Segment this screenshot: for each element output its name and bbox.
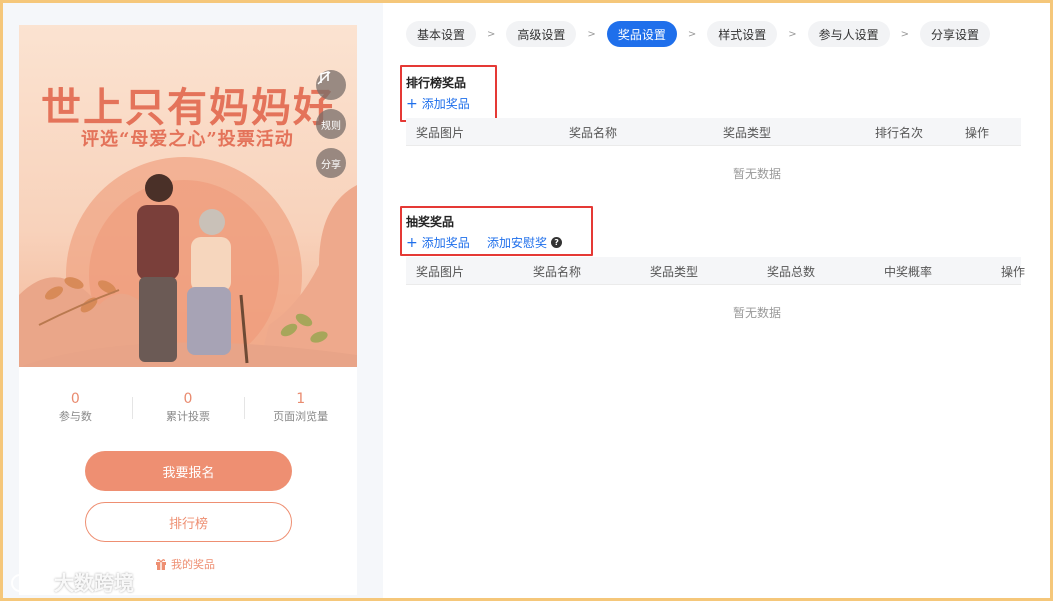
- column-header: 奖品图片: [416, 126, 465, 140]
- column-header: 操作: [1001, 265, 1026, 279]
- step-separator: >: [487, 28, 496, 40]
- column-header: 中奖概率: [884, 265, 933, 279]
- stat-participants: 0 参与数: [19, 391, 132, 427]
- stat-value: 0: [183, 391, 193, 407]
- share-button[interactable]: 分享: [316, 148, 346, 178]
- plus-icon: +: [406, 234, 418, 251]
- ranking-prizes-title: 排行榜奖品: [406, 76, 467, 90]
- help-icon[interactable]: ?: [551, 237, 563, 248]
- stat-label: 累计投票: [166, 410, 210, 423]
- column-header: 奖品类型: [723, 126, 772, 140]
- lottery-table-header: 奖品图片 奖品名称 奖品类型 奖品总数 中奖概率 操作: [406, 257, 1025, 285]
- music-button[interactable]: [316, 70, 346, 100]
- step-participant-settings[interactable]: 参与人设置: [807, 21, 890, 47]
- music-icon: [317, 70, 331, 85]
- step-separator: >: [587, 28, 596, 40]
- signup-button[interactable]: 我要报名: [85, 451, 292, 491]
- watermark-text: 大数跨境: [54, 571, 134, 595]
- settings-steps: 基本设置 > 高级设置 > 奖品设置 > 样式设置 > 参与人设置 > 分享设置: [406, 21, 991, 47]
- stats-bar: 0 参与数 0 累计投票 1 页面浏览量: [19, 391, 357, 427]
- column-header: 奖品名称: [533, 265, 582, 279]
- phone-preview: 世上只有妈妈好 评选“母爱之心”投票活动 规则 分享 0 参与数 0 累计投票 …: [19, 25, 357, 595]
- column-header: 奖品图片: [416, 265, 465, 279]
- my-prize-label: 我的奖品: [171, 558, 215, 571]
- step-share-settings[interactable]: 分享设置: [920, 21, 991, 47]
- ranking-button[interactable]: 排行榜: [85, 502, 292, 542]
- add-consolation-label: 添加安慰奖: [487, 236, 548, 250]
- step-advanced-settings[interactable]: 高级设置: [506, 21, 577, 47]
- stat-label: 页面浏览量: [273, 410, 329, 423]
- step-style-settings[interactable]: 样式设置: [707, 21, 778, 47]
- step-separator: >: [687, 28, 697, 40]
- plus-icon: +: [406, 95, 418, 112]
- ranking-empty-text: 暂无数据: [733, 167, 782, 181]
- ranking-add-prize-link[interactable]: + 添加奖品: [406, 95, 470, 112]
- add-consolation-prize-link[interactable]: 添加安慰奖 ?: [487, 234, 563, 251]
- lottery-add-prize-link[interactable]: + 添加奖品: [406, 234, 470, 251]
- watermark-logo-icon: [11, 573, 47, 592]
- step-prize-settings[interactable]: 奖品设置: [606, 21, 677, 47]
- step-separator: >: [788, 28, 797, 40]
- ranking-table-header: 奖品图片 奖品名称 奖品类型 排行名次 操作: [406, 118, 1021, 146]
- stat-value: 1: [296, 391, 306, 407]
- lottery-add-prize-label: 添加奖品: [421, 236, 470, 250]
- column-header: 奖品名称: [569, 126, 618, 140]
- rules-button[interactable]: 规则: [316, 109, 346, 139]
- step-basic-settings[interactable]: 基本设置: [406, 21, 477, 47]
- column-header: 排行名次: [875, 126, 924, 140]
- poster-subtitle: 评选“母爱之心”投票活动: [81, 129, 294, 150]
- stat-value: 0: [70, 391, 80, 407]
- poster-image: 世上只有妈妈好 评选“母爱之心”投票活动 规则 分享: [19, 25, 357, 367]
- gift-icon: [156, 559, 166, 570]
- stat-label: 参与数: [58, 410, 92, 423]
- watermark: 大数跨境: [10, 567, 134, 596]
- my-prize-link[interactable]: 我的奖品: [155, 556, 215, 572]
- step-separator: >: [900, 28, 910, 40]
- ranking-add-prize-label: 添加奖品: [421, 97, 470, 111]
- stat-total-votes: 0 累计投票: [131, 391, 245, 427]
- lottery-empty-text: 暂无数据: [733, 306, 782, 320]
- column-header: 操作: [965, 126, 990, 140]
- lottery-prizes-title: 抽奖奖品: [406, 215, 455, 229]
- stat-page-views: 1 页面浏览量: [244, 391, 357, 427]
- column-header: 奖品类型: [650, 265, 699, 279]
- column-header: 奖品总数: [767, 265, 816, 279]
